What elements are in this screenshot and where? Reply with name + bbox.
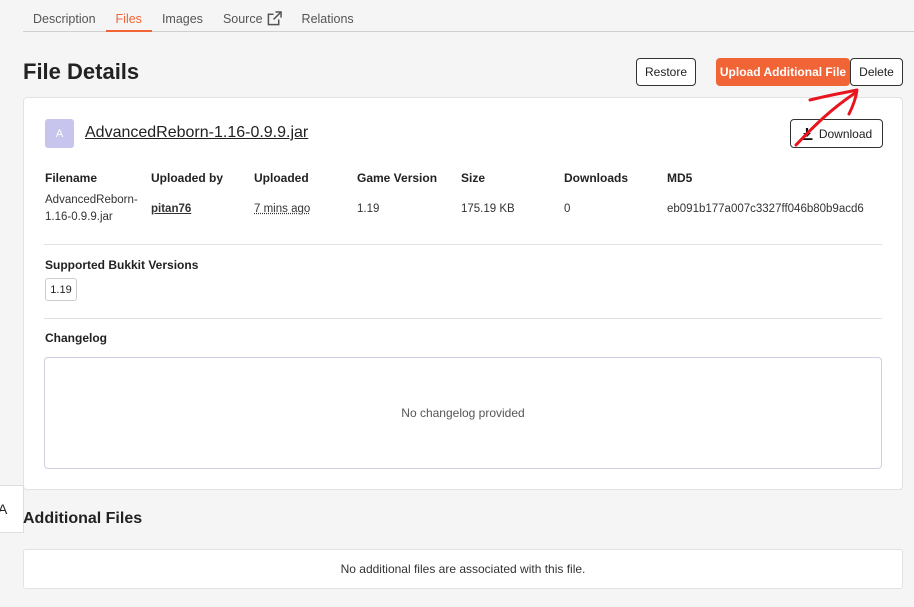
downloads-header: Downloads: [564, 171, 629, 185]
divider: [44, 244, 882, 245]
filename-header: Filename: [45, 171, 98, 185]
size-value: 175.19 KB: [461, 203, 515, 215]
game-version-header: Game Version: [357, 171, 438, 185]
game-version-column: Game Version 1.19: [357, 171, 437, 218]
delete-button[interactable]: Delete: [850, 58, 903, 86]
supported-versions-label: Supported Bukkit Versions: [45, 258, 199, 272]
additional-files-empty-text: No additional files are associated with …: [340, 562, 586, 576]
changelog-label: Changelog: [45, 331, 107, 345]
game-version-value: 1.19: [357, 203, 380, 215]
divider: [44, 318, 882, 319]
restore-button[interactable]: Restore: [636, 58, 696, 86]
tab-relations[interactable]: Relations: [292, 0, 364, 32]
downloads-value: 0: [564, 203, 571, 215]
changelog-empty-text: No changelog provided: [401, 406, 525, 420]
tab-images-label: Images: [161, 12, 203, 26]
tab-description[interactable]: Description: [23, 0, 106, 32]
side-tab-letter: A: [0, 501, 8, 517]
uploaded-time: 7 mins ago: [254, 203, 311, 215]
filename-column: Filename AdvancedReborn-1.16-0.9.9.jar: [45, 171, 145, 226]
uploaded-column: Uploaded 7 mins ago: [254, 171, 310, 218]
uploaded-header: Uploaded: [254, 171, 309, 185]
changelog-box: No changelog provided: [44, 357, 882, 469]
tab-source-label: Source: [222, 12, 263, 26]
tab-files-label: Files: [115, 12, 142, 26]
md5-column: MD5 eb091b177a007c3327ff046b80b9acd6: [667, 171, 864, 218]
downloads-column: Downloads 0: [564, 171, 628, 218]
tab-description-label: Description: [33, 12, 96, 26]
uploaded-by-header: Uploaded by: [151, 171, 224, 185]
uploaded-by-column: Uploaded by pitan76: [151, 171, 223, 218]
tab-source[interactable]: Source: [213, 0, 292, 32]
tab-files[interactable]: Files: [105, 0, 152, 32]
upload-additional-file-button[interactable]: Upload Additional File: [716, 58, 850, 86]
download-icon: [801, 127, 813, 140]
side-tab[interactable]: A: [0, 485, 24, 533]
additional-files-title: Additional Files: [23, 510, 143, 527]
additional-files-card: No additional files are associated with …: [23, 549, 903, 589]
download-button[interactable]: Download: [790, 119, 883, 148]
tab-images[interactable]: Images: [152, 0, 213, 32]
size-column: Size 175.19 KB: [461, 171, 515, 218]
md5-value: eb091b177a007c3327ff046b80b9acd6: [667, 203, 864, 215]
external-link-icon: [267, 11, 282, 26]
file-details-card: A AdvancedReborn-1.16-0.9.9.jar Download…: [23, 97, 903, 490]
filename-value: AdvancedReborn-1.16-0.9.9.jar: [45, 194, 138, 223]
size-header: Size: [461, 171, 486, 185]
tab-relations-label: Relations: [301, 12, 354, 26]
version-badge: 1.19: [45, 278, 77, 301]
page-title: File Details: [23, 59, 140, 84]
uploader-link[interactable]: pitan76: [151, 201, 223, 218]
file-name-link[interactable]: AdvancedReborn-1.16-0.9.9.jar: [85, 124, 308, 142]
tab-bar: Description Files Images Source Relation…: [23, 0, 914, 32]
download-label: Download: [818, 126, 873, 141]
file-avatar: A: [45, 119, 74, 148]
md5-header: MD5: [667, 171, 693, 185]
